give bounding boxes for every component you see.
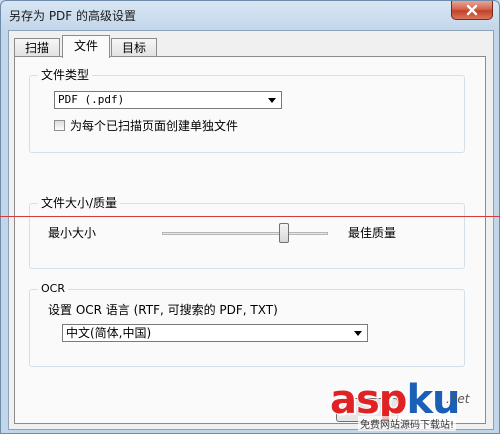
- ocr-language-select[interactable]: 中文(简体,中国): [62, 324, 368, 342]
- tab-target[interactable]: 目标: [111, 38, 157, 57]
- site-watermark: aspku .net 免费网站源码下载站!: [328, 378, 498, 432]
- quality-group-label: 文件大小/质量: [38, 196, 121, 210]
- close-button[interactable]: [451, 1, 493, 20]
- file-type-group: 文件类型 PDF (.pdf) 为每个已扫描页面创建单独文件: [29, 68, 465, 153]
- dialog-client: 扫描 文件 目标 文件类型 PDF (.pdf) 为每个已扫描页面创建单独文件 …: [8, 30, 494, 430]
- tab-scan[interactable]: 扫描: [14, 38, 60, 57]
- close-icon: [466, 4, 478, 16]
- title-bar[interactable]: 另存为 PDF 的高级设置: [1, 1, 499, 29]
- file-tab-panel: 文件类型 PDF (.pdf) 为每个已扫描页面创建单独文件 文件大小/质量 最…: [14, 56, 486, 424]
- dialog-window: 另存为 PDF 的高级设置 扫描 文件 目标 文件类型 PDF (.pdf) 为…: [0, 0, 500, 434]
- ocr-group: OCR 设置 OCR 语言 (RTF, 可搜索的 PDF, TXT) 中文(简体…: [29, 282, 465, 367]
- file-format-value: PDF (.pdf): [58, 93, 125, 106]
- window-title: 另存为 PDF 的高级设置: [9, 9, 137, 23]
- quality-group: 文件大小/质量 最小大小 最佳质量: [29, 196, 465, 269]
- ocr-group-label: OCR: [38, 282, 68, 296]
- tab-file[interactable]: 文件: [62, 35, 110, 58]
- tab-file-label: 文件: [73, 39, 98, 53]
- chevron-down-icon: [268, 98, 276, 103]
- min-size-label: 最小大小: [48, 226, 97, 240]
- tab-target-label: 目标: [121, 41, 146, 55]
- ocr-setting-label: 设置 OCR 语言 (RTF, 可搜索的 PDF, TXT): [48, 303, 278, 317]
- watermark-logo: aspku: [330, 380, 461, 420]
- separate-file-checkbox[interactable]: [54, 120, 65, 131]
- red-divider-line: [0, 216, 500, 217]
- quality-slider-thumb[interactable]: [279, 223, 289, 243]
- file-type-group-label: 文件类型: [38, 68, 93, 82]
- quality-slider-track[interactable]: [162, 232, 328, 235]
- tab-scan-label: 扫描: [24, 41, 49, 55]
- max-quality-label: 最佳质量: [348, 226, 397, 240]
- watermark-tagline: 免费网站源码下载站!: [358, 416, 457, 431]
- file-format-select[interactable]: PDF (.pdf): [54, 91, 282, 109]
- watermark-suffix: .net: [446, 392, 470, 406]
- ocr-language-value: 中文(简体,中国): [66, 326, 152, 340]
- chevron-down-icon: [354, 331, 362, 336]
- separate-file-label: 为每个已扫描页面创建单独文件: [70, 119, 239, 133]
